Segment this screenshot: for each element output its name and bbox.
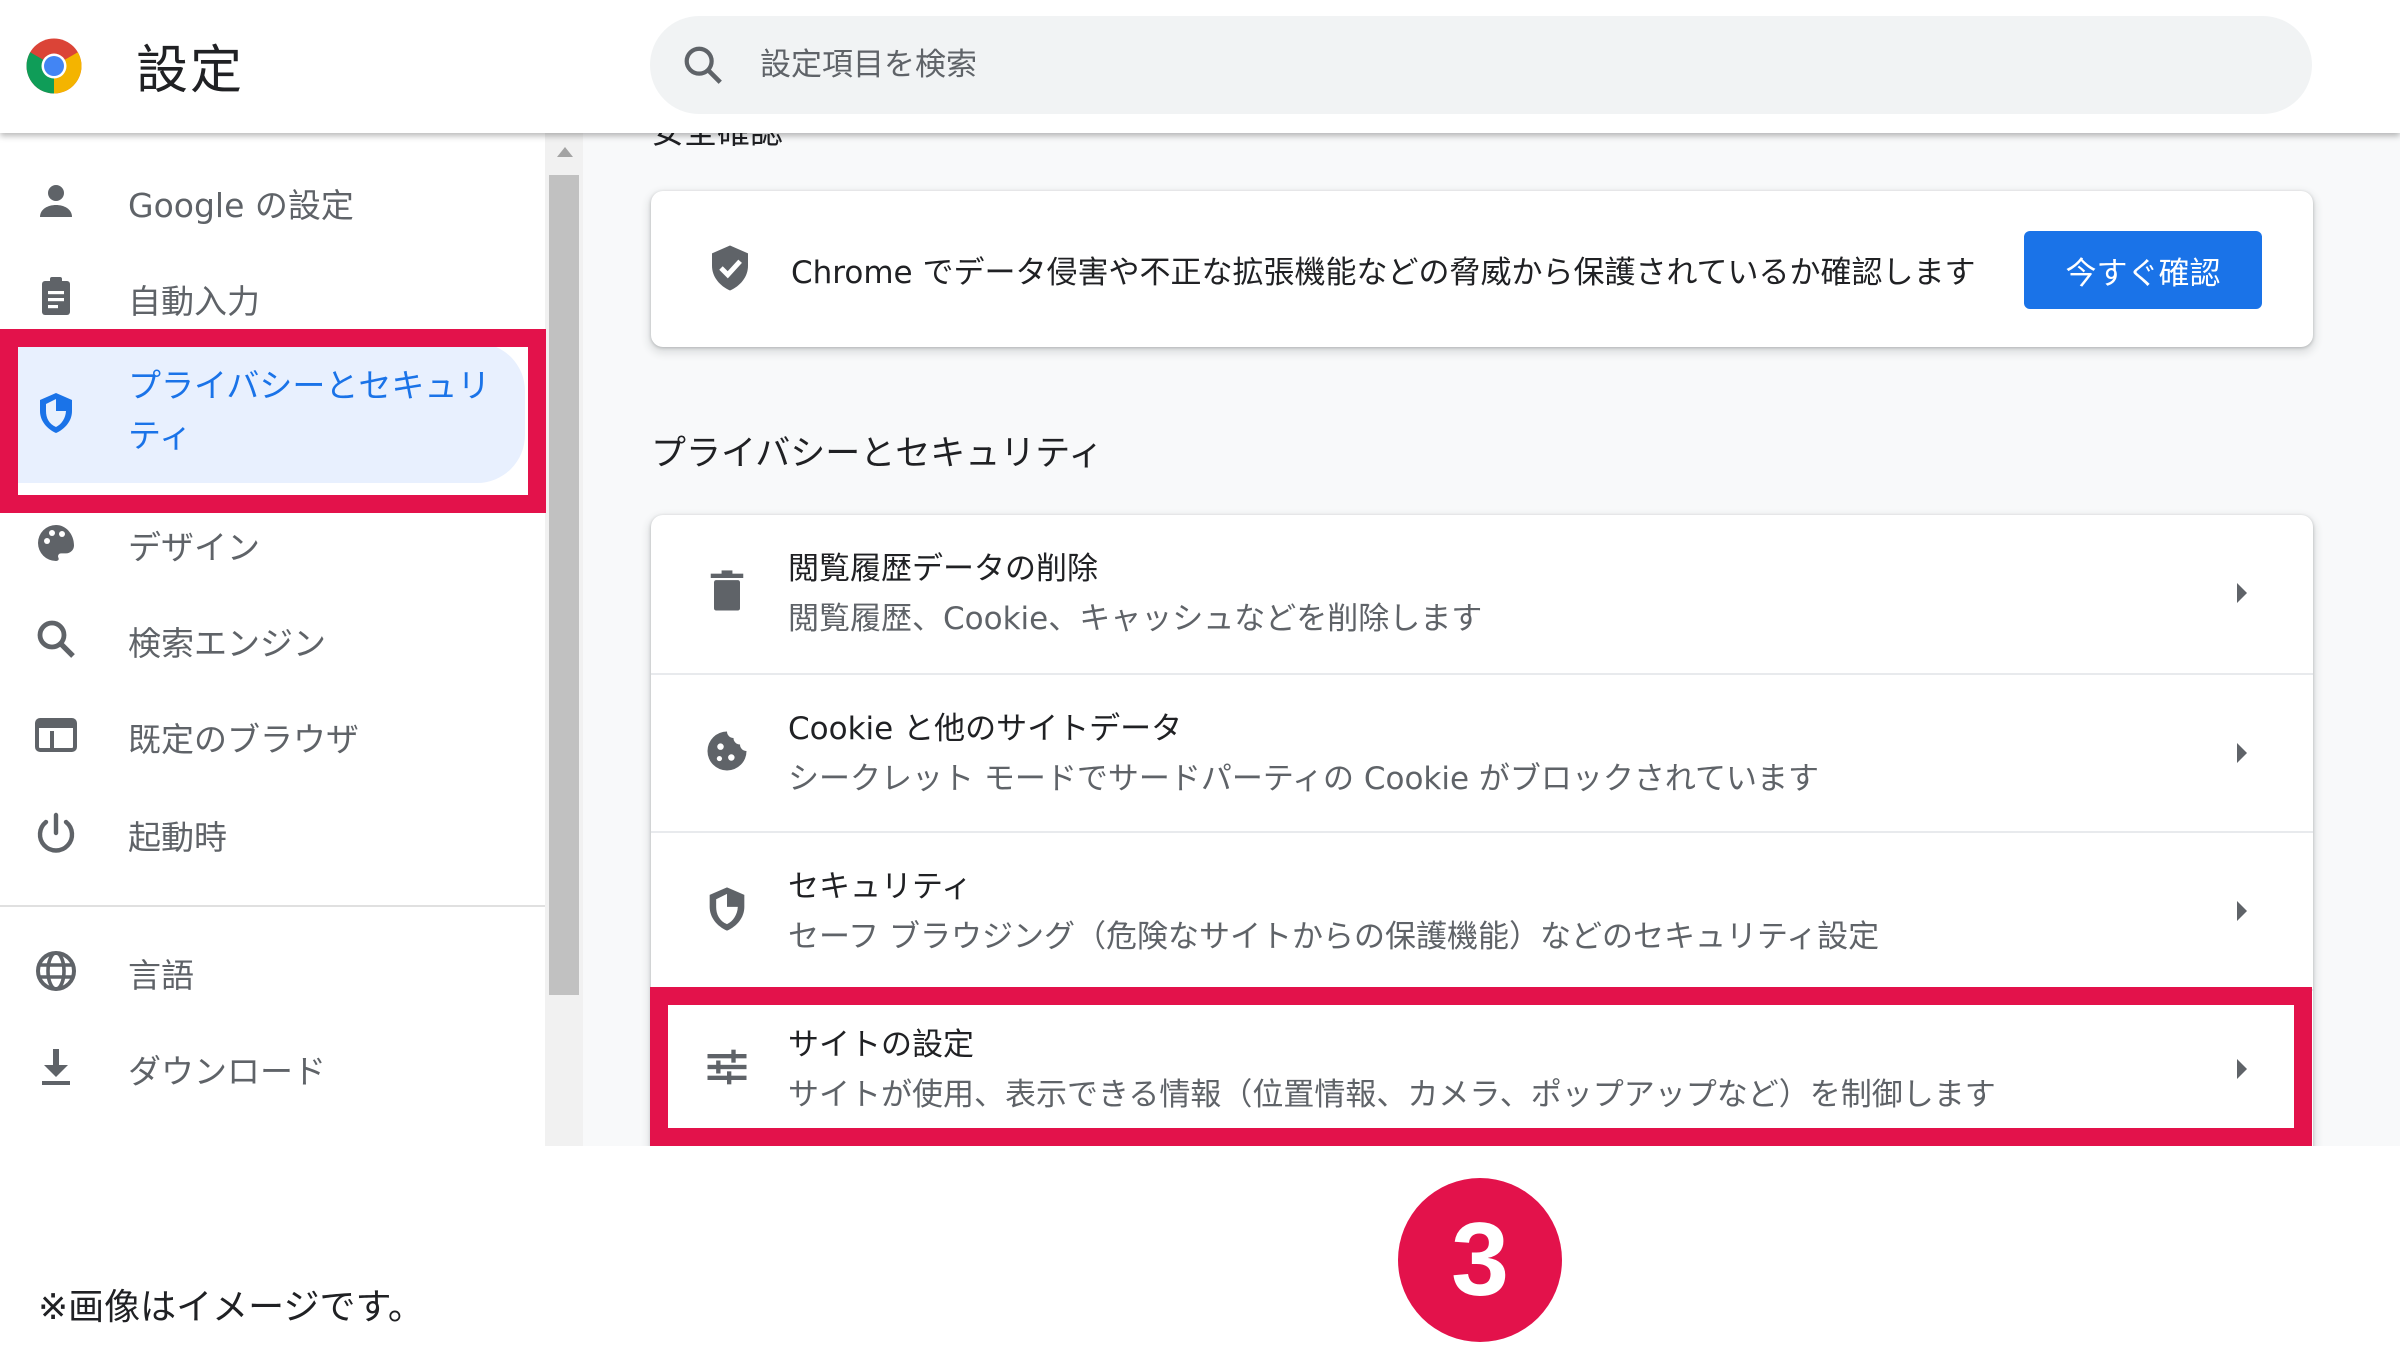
row-subtitle: 閲覧履歴、Cookie、キャッシュなどを削除します	[788, 601, 1483, 637]
scroll-up-arrow-icon[interactable]	[557, 147, 573, 157]
step-number-badge: 3	[1398, 1178, 1562, 1342]
sidebar-divider	[0, 905, 545, 907]
sidebar-item-google-settings[interactable]: Google の設定	[0, 153, 530, 249]
browser-icon	[35, 718, 77, 752]
sidebar-item-search-engine[interactable]: 検索エンジン	[0, 591, 530, 687]
image-note: ※画像はイメージです。	[38, 1287, 424, 1328]
shield-icon	[709, 887, 745, 931]
clipboard-icon	[42, 277, 70, 315]
settings-search-bar[interactable]	[650, 16, 2312, 114]
sidebar-item-label: デザイン	[128, 528, 260, 567]
globe-icon	[36, 951, 76, 991]
sidebar: Google の設定 自動入力 プライバシーとセキュリティ デザイン 検索エンジ…	[0, 133, 545, 1146]
chevron-right-icon	[2237, 1059, 2247, 1079]
sidebar-item-label: 既定のブラウザ	[128, 720, 359, 759]
site-settings-row[interactable]: サイトの設定 サイトが使用、表示できる情報（位置情報、カメラ、ポップアップなど）…	[651, 989, 2313, 1146]
safety-check-card: Chrome でデータ侵害や不正な拡張機能などの脅威から保護されているか確認しま…	[651, 191, 2313, 347]
sidebar-scrollbar[interactable]	[545, 133, 583, 1146]
chrome-logo-icon	[26, 38, 82, 94]
clear-browsing-data-row[interactable]: 閲覧履歴データの削除 閲覧履歴、Cookie、キャッシュなどを削除します	[651, 515, 2313, 673]
download-icon	[42, 1049, 70, 1085]
sidebar-item-languages[interactable]: 言語	[0, 923, 530, 1019]
cookies-row[interactable]: Cookie と他のサイトデータ シークレット モードでサードパーティの Coo…	[651, 673, 2313, 831]
row-title: 閲覧履歴データの削除	[788, 551, 1098, 587]
security-row[interactable]: セキュリティ セーフ ブラウジング（危険なサイトからの保護機能）などのセキュリテ…	[651, 831, 2313, 989]
row-subtitle: シークレット モードでサードパーティの Cookie がブロックされています	[788, 761, 1819, 797]
sidebar-item-appearance[interactable]: デザイン	[0, 495, 530, 591]
sidebar-item-label: Google の設定	[128, 186, 354, 225]
main-content: 安全確認 Chrome でデータ侵害や不正な拡張機能などの脅威から保護されている…	[583, 133, 2400, 1146]
sidebar-item-label: ダウンロード	[128, 1052, 326, 1091]
sidebar-item-autofill[interactable]: 自動入力	[0, 249, 530, 345]
settings-window: 設定 Google の設定 自動入力	[0, 0, 2400, 1146]
palette-icon	[38, 525, 74, 561]
person-icon	[40, 185, 72, 217]
page-title: 設定	[136, 41, 245, 101]
sliders-icon	[707, 1049, 747, 1085]
sidebar-item-label: 起動時	[128, 818, 227, 857]
chevron-right-icon	[2237, 901, 2247, 921]
privacy-settings-list: 閲覧履歴データの削除 閲覧履歴、Cookie、キャッシュなどを削除します Coo…	[651, 515, 2313, 1146]
search-input[interactable]	[760, 40, 2260, 90]
settings-header: 設定	[0, 0, 2400, 133]
safety-check-description: Chrome でデータ侵害や不正な拡張機能などの脅威から保護されているか確認しま…	[791, 255, 1976, 291]
chevron-right-icon	[2237, 743, 2247, 763]
sidebar-item-label: プライバシーとセキュリティ	[128, 366, 491, 455]
check-now-button[interactable]: 今すぐ確認	[2024, 231, 2262, 309]
chevron-right-icon	[2237, 583, 2247, 603]
row-subtitle: セーフ ブラウジング（危険なサイトからの保護機能）などのセキュリティ設定	[788, 919, 1880, 955]
row-subtitle: サイトが使用、表示できる情報（位置情報、カメラ、ポップアップなど）を制御します	[788, 1077, 1996, 1113]
shield-icon	[40, 393, 72, 433]
sidebar-item-label: 検索エンジン	[128, 624, 326, 663]
sidebar-item-label: 自動入力	[128, 282, 260, 321]
cookie-icon	[707, 731, 747, 771]
search-icon	[37, 620, 75, 658]
scrollbar-thumb[interactable]	[549, 175, 579, 995]
row-title: Cookie と他のサイトデータ	[788, 711, 1183, 747]
sidebar-item-label: 言語	[128, 956, 194, 995]
sidebar-item-privacy-security[interactable]: プライバシーとセキュリティ	[0, 343, 525, 483]
sidebar-item-downloads[interactable]: ダウンロード	[0, 1019, 530, 1115]
power-icon	[37, 812, 75, 853]
sidebar-item-default-browser[interactable]: 既定のブラウザ	[0, 687, 530, 783]
row-title: サイトの設定	[788, 1027, 974, 1063]
trash-icon	[710, 570, 744, 611]
shield-check-icon	[712, 245, 748, 291]
safety-check-heading: 安全確認	[651, 133, 783, 153]
search-icon	[684, 46, 722, 84]
row-title: セキュリティ	[788, 869, 973, 905]
privacy-section-title: プライバシーとセキュリティ	[651, 434, 1104, 474]
sidebar-item-on-startup[interactable]: 起動時	[0, 785, 530, 881]
